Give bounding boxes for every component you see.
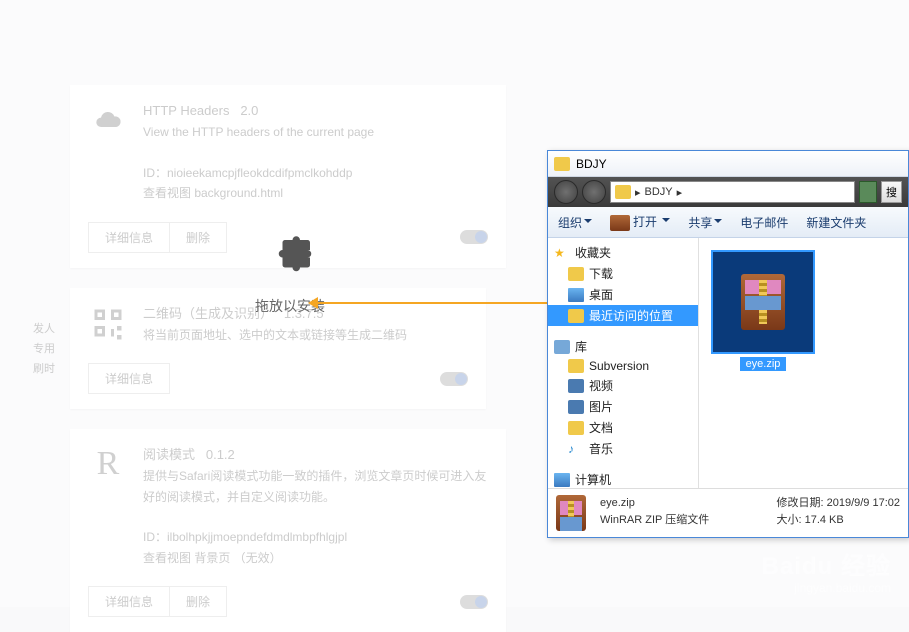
puzzle-icon — [260, 230, 320, 290]
tree-downloads[interactable]: 下载 — [548, 263, 698, 284]
arrow-annotation — [310, 302, 568, 304]
open-button[interactable]: 打开 — [610, 213, 670, 231]
qrcode-icon — [88, 303, 128, 343]
tree-pictures[interactable]: 图片 — [548, 396, 698, 417]
archive-icon — [610, 215, 630, 231]
address-bar[interactable]: ▸BDJY▸ — [610, 181, 855, 203]
explorer-window: BDJY ▸BDJY▸ 搜 组织 打开 共享 电子邮件 新建文件夹 ★收藏夹 下… — [547, 150, 909, 538]
forward-button[interactable] — [582, 180, 606, 204]
nav-tree: ★收藏夹 下载 桌面 最近访问的位置 库 Subversion 视频 图片 文档… — [548, 238, 699, 488]
library-icon — [554, 340, 570, 354]
organize-menu[interactable]: 组织 — [558, 214, 592, 231]
winrar-icon — [556, 495, 592, 531]
tree-recent[interactable]: 最近访问的位置 — [548, 305, 698, 326]
tree-documents[interactable]: 文档 — [548, 417, 698, 438]
toggle[interactable] — [460, 230, 488, 244]
music-icon: ♪ — [568, 442, 584, 456]
tree-subversion[interactable]: Subversion — [548, 357, 698, 375]
letter-r-icon: R — [88, 444, 128, 484]
window-title: BDJY — [576, 157, 607, 171]
tree-libraries[interactable]: 库 — [548, 336, 698, 357]
search-box[interactable]: 搜 — [881, 181, 902, 203]
detail-button[interactable]: 详细信息 — [88, 363, 170, 394]
navbar: ▸BDJY▸ 搜 — [548, 177, 908, 207]
tree-computer[interactable]: 计算机 — [548, 469, 698, 488]
folder-icon — [554, 157, 570, 171]
image-icon — [568, 400, 584, 414]
tree-favorites[interactable]: ★收藏夹 — [548, 242, 698, 263]
computer-icon — [554, 473, 570, 487]
delete-button[interactable]: 删除 — [169, 586, 227, 617]
folder-icon — [568, 359, 584, 373]
file-thumbnail — [711, 250, 815, 354]
detail-button[interactable]: 详细信息 — [88, 586, 170, 617]
watermark: Baidu 经验 jingyan.baidu.com — [762, 546, 891, 595]
folder-icon — [568, 267, 584, 281]
cloud-icon — [88, 100, 128, 140]
refresh-dropdown[interactable] — [859, 181, 877, 203]
toggle[interactable] — [440, 372, 468, 386]
drop-text: 拖放以安装 — [180, 296, 400, 316]
new-folder-button[interactable]: 新建文件夹 — [806, 214, 866, 231]
file-pane[interactable]: eye.zip — [699, 238, 908, 488]
status-filetype: WinRAR ZIP 压缩文件 — [600, 512, 768, 529]
detail-button[interactable]: 详细信息 — [88, 222, 170, 253]
monitor-icon — [568, 288, 584, 302]
tree-desktop[interactable]: 桌面 — [548, 284, 698, 305]
toolbar: 组织 打开 共享 电子邮件 新建文件夹 — [548, 207, 908, 238]
document-icon — [568, 421, 584, 435]
file-item[interactable]: eye.zip — [711, 250, 815, 372]
tree-music[interactable]: ♪音乐 — [548, 438, 698, 459]
file-name: eye.zip — [740, 357, 787, 371]
card-reading-mode: R 阅读模式 0.1.2 提供与Safari阅读模式功能一致的插件，浏览文章页时… — [70, 429, 506, 632]
winrar-icon — [741, 274, 785, 330]
folder-icon — [615, 185, 631, 199]
details-pane: eye.zip WinRAR ZIP 压缩文件 修改日期: 2019/9/9 1… — [548, 488, 908, 537]
sidebar-fragment: 发人专用刷时 — [0, 320, 63, 379]
titlebar[interactable]: BDJY — [548, 151, 908, 177]
tree-videos[interactable]: 视频 — [548, 375, 698, 396]
back-button[interactable] — [554, 180, 578, 204]
mail-button[interactable]: 电子邮件 — [740, 214, 788, 231]
star-icon: ★ — [554, 246, 570, 260]
video-icon — [568, 379, 584, 393]
share-menu[interactable]: 共享 — [688, 214, 722, 231]
folder-icon — [568, 309, 584, 323]
status-filename: eye.zip — [600, 495, 768, 512]
